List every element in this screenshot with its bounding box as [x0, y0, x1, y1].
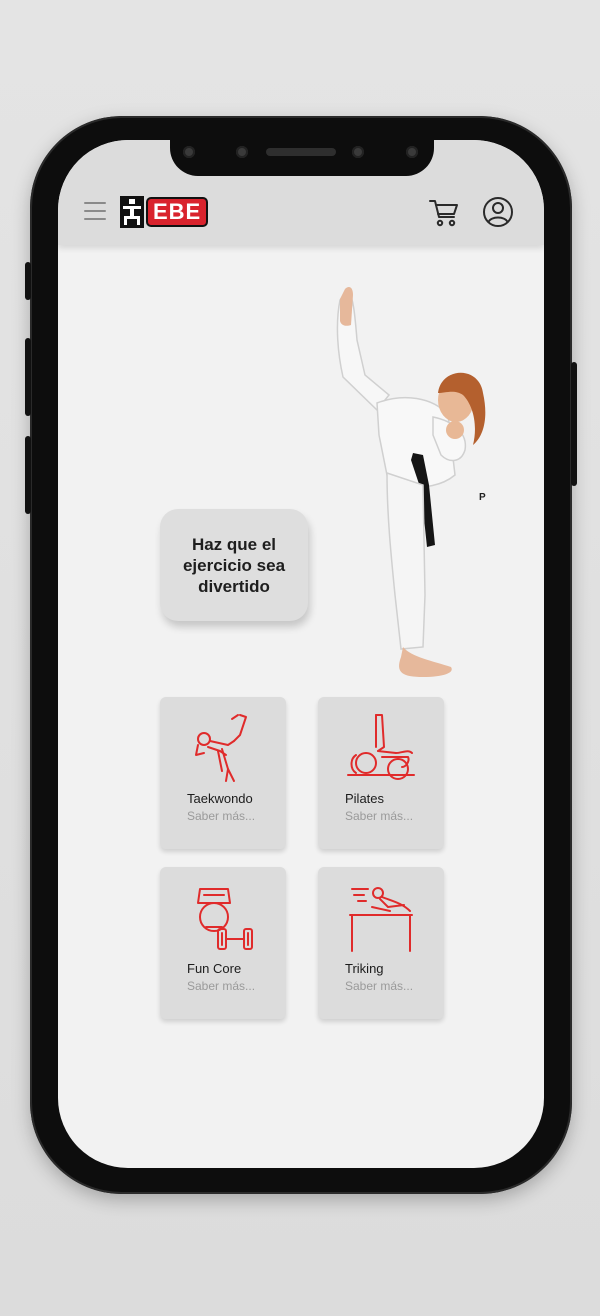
logo-text: EBE	[146, 197, 209, 227]
hero-taekwondo-image: P	[336, 287, 486, 677]
card-title: Fun Core	[187, 961, 242, 976]
card-taekwondo[interactable]: Taekwondo Saber más...	[160, 697, 286, 849]
card-title: Triking	[345, 961, 384, 976]
hero-headline: Haz que el ejercicio sea divertido	[182, 534, 286, 596]
user-icon[interactable]	[482, 196, 514, 228]
svg-text:P: P	[479, 492, 486, 503]
kettlebell-dumbbell-icon	[197, 888, 253, 950]
brand-logo[interactable]: EBE	[120, 196, 209, 228]
camera-sensor	[236, 146, 248, 158]
card-link[interactable]: Saber más...	[345, 809, 413, 823]
cart-icon[interactable]	[428, 196, 460, 228]
phone-notch	[170, 136, 434, 176]
card-pilates[interactable]: Pilates Saber más...	[318, 697, 444, 849]
card-title: Pilates	[345, 791, 385, 806]
card-link[interactable]: Saber más...	[187, 979, 255, 993]
triking-icon	[349, 887, 413, 952]
logo-figure-icon	[120, 196, 144, 228]
card-link[interactable]: Saber más...	[345, 979, 413, 993]
phone-power-button	[571, 362, 577, 486]
phone-volume-up-button	[25, 338, 31, 416]
phone-volume-down-button	[25, 436, 31, 514]
card-title: Taekwondo	[187, 791, 253, 806]
menu-icon[interactable]	[84, 202, 106, 222]
hero-headline-bubble[interactable]: Haz que el ejercicio sea divertido	[160, 509, 308, 621]
front-camera	[352, 146, 364, 158]
camera-sensor	[406, 146, 418, 158]
pilates-icon	[347, 714, 415, 780]
card-triking[interactable]: Triking Saber más...	[318, 867, 444, 1019]
card-fun-core[interactable]: Fun Core Saber más...	[160, 867, 286, 1019]
earpiece-speaker	[266, 148, 336, 156]
app-screen: EBE P Haz que el ejercicio sea divertido…	[58, 140, 544, 1168]
phone-side-button	[25, 262, 31, 300]
taekwondo-kick-icon	[195, 714, 247, 782]
camera-sensor	[183, 146, 195, 158]
card-link[interactable]: Saber más...	[187, 809, 255, 823]
